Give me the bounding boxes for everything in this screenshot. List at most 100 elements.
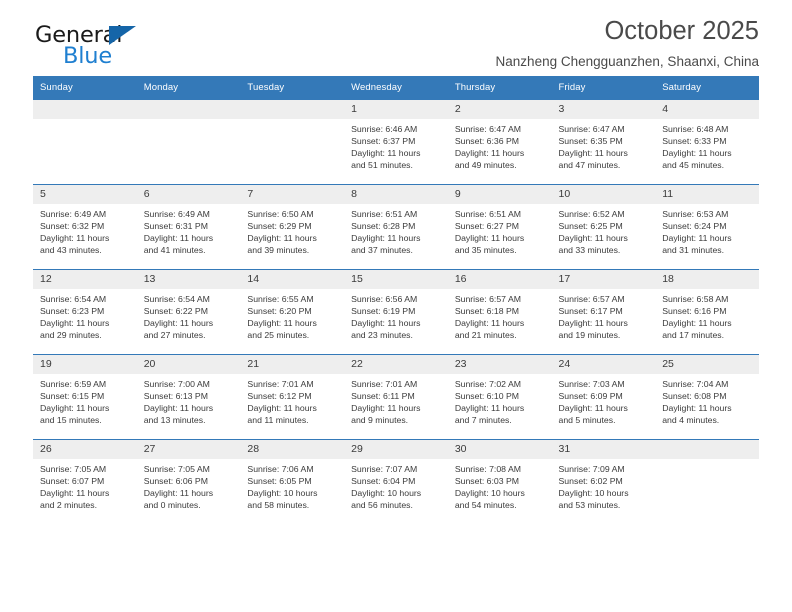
calendar-day-cell[interactable]: 13 Sunrise: 6:54 AM Sunset: 6:22 PM Dayligh… [136,269,241,355]
sunrise-time: Sunrise: 6:54 AM [143,294,210,304]
sunset-time: Sunset: 6:32 PM [40,220,105,231]
calendar-day-cell[interactable]: 11 Sunrise: 6:53 AM Sunset: 6:24 PM Dayligh… [655,184,759,270]
sunrise-time: Sunrise: 6:46 AM [351,124,418,134]
calendar-day-cell[interactable]: 12 Sunrise: 6:54 AM Sunset: 6:23 PM Dayligh… [33,269,137,355]
sunrise-time: Sunrise: 7:05 AM [40,464,107,474]
calendar-day-cell[interactable]: 4 Sunrise: 6:48 AM Sunset: 6:33 PM Daylight… [655,99,759,185]
day-number: 17 [551,270,656,289]
day-number: 14 [240,270,345,289]
daylight-duration-line1: Daylight: 11 hours [247,317,317,328]
calendar-day-cell[interactable]: 29 Sunrise: 7:07 AM Sunset: 6:04 PM Dayligh… [344,439,448,524]
calendar-day-cell[interactable]: 21 Sunrise: 7:01 AM Sunset: 6:12 PM Dayligh… [240,354,345,440]
calendar-day-cell[interactable]: 5 Sunrise: 6:49 AM Sunset: 6:32 PM Daylight… [33,184,137,270]
calendar-day-cell[interactable]: 23 Sunrise: 7:02 AM Sunset: 6:10 PM Dayligh… [447,354,552,440]
daylight-duration-line1: Daylight: 11 hours [662,317,732,328]
day-number: 24 [551,355,656,374]
day-number: 23 [447,355,552,374]
calendar-day-cell[interactable]: 10 Sunrise: 6:52 AM Sunset: 6:25 PM Dayligh… [551,184,656,270]
day-details: Sunrise: 6:49 AM Sunset: 6:31 PM Daylight:… [137,204,241,257]
sunrise-time: Sunrise: 7:08 AM [454,464,521,474]
daylight-duration-line1: Daylight: 11 hours [143,402,214,413]
day-details: Sunrise: 6:54 AM Sunset: 6:22 PM Daylight:… [137,289,241,342]
sunrise-time: Sunrise: 6:57 AM [558,294,625,304]
sunrise-time: Sunrise: 6:53 AM [662,209,729,219]
daylight-duration-line2: and 19 minutes. [558,329,621,340]
day-details: Sunrise: 7:03 AM Sunset: 6:09 PM Daylight:… [552,374,656,427]
day-number: 10 [551,185,656,204]
calendar-day-cell[interactable]: 22 Sunrise: 7:01 AM Sunset: 6:11 PM Dayligh… [344,354,448,440]
sunrise-time: Sunrise: 7:05 AM [143,464,210,474]
calendar-day-cell[interactable]: 27 Sunrise: 7:05 AM Sunset: 6:06 PM Dayligh… [136,439,241,524]
day-number: 31 [551,440,656,459]
daylight-duration-line2: and 37 minutes. [351,244,413,255]
day-details: Sunrise: 6:47 AM Sunset: 6:36 PM Daylight:… [448,119,552,172]
page-subtitle: Nanzheng Chengguanzhen, Shaanxi, China [495,53,759,69]
calendar-day-cell[interactable]: 18 Sunrise: 6:58 AM Sunset: 6:16 PM Dayligh… [655,269,759,355]
calendar-day-cell[interactable]: 6 Sunrise: 6:49 AM Sunset: 6:31 PM Daylight… [136,184,241,270]
calendar-day-cell[interactable]: 8 Sunrise: 6:51 AM Sunset: 6:28 PM Daylight… [344,184,448,270]
daylight-duration-line1: Daylight: 10 hours [247,487,318,498]
calendar-day-cell[interactable]: 15 Sunrise: 6:56 AM Sunset: 6:19 PM Dayligh… [344,269,448,355]
weekday-header-thursday: Thursday [447,76,552,100]
general-blue-logo: General Blue [33,22,243,74]
daylight-duration-line1: Daylight: 11 hours [351,232,421,243]
calendar-day-cell[interactable]: 19 Sunrise: 6:59 AM Sunset: 6:15 PM Dayligh… [33,354,137,440]
daylight-duration-line2: and 4 minutes. [662,414,720,425]
sunrise-time: Sunrise: 7:01 AM [351,379,418,389]
sunrise-time: Sunrise: 6:47 AM [454,124,521,134]
sunrise-time: Sunrise: 6:51 AM [351,209,418,219]
calendar-table: Sunday Monday Tuesday Wednesday Thursday… [33,76,759,524]
day-number: 13 [136,270,241,289]
day-number: 28 [240,440,345,459]
calendar-day-cell[interactable]: 17 Sunrise: 6:57 AM Sunset: 6:17 PM Dayligh… [551,269,656,355]
day-details: Sunrise: 7:02 AM Sunset: 6:10 PM Daylight:… [448,374,552,427]
calendar-day-cell[interactable]: 20 Sunrise: 7:00 AM Sunset: 6:13 PM Dayligh… [136,354,241,440]
calendar-day-cell[interactable]: 24 Sunrise: 7:03 AM Sunset: 6:09 PM Dayligh… [551,354,656,440]
day-number: 5 [33,185,137,204]
calendar-day-cell[interactable]: 25 Sunrise: 7:04 AM Sunset: 6:08 PM Dayligh… [655,354,759,440]
calendar-day-cell[interactable]: 3 Sunrise: 6:47 AM Sunset: 6:35 PM Daylight… [551,99,656,185]
sunset-time: Sunset: 6:11 PM [351,390,415,401]
day-details: Sunrise: 6:53 AM Sunset: 6:24 PM Daylight:… [655,204,759,257]
daylight-duration-line1: Daylight: 11 hours [143,232,214,243]
day-details: Sunrise: 6:51 AM Sunset: 6:28 PM Daylight:… [344,204,448,257]
day-number: 11 [655,185,759,204]
calendar-day-cell[interactable]: 9 Sunrise: 6:51 AM Sunset: 6:27 PM Daylight… [447,184,552,270]
day-number: 2 [447,100,552,119]
page-header: General Blue October 2025 Nanzheng Cheng… [33,0,759,72]
calendar-day-cell[interactable]: 30 Sunrise: 7:08 AM Sunset: 6:03 PM Dayligh… [447,439,552,524]
daylight-duration-line2: and 31 minutes. [662,244,725,255]
day-details: Sunrise: 7:00 AM Sunset: 6:13 PM Daylight:… [137,374,241,427]
day-details: Sunrise: 6:46 AM Sunset: 6:37 PM Daylight:… [344,119,448,172]
daylight-duration-line1: Daylight: 11 hours [247,232,317,243]
sunrise-time: Sunrise: 7:07 AM [351,464,418,474]
calendar-day-cell[interactable]: 31 Sunrise: 7:09 AM Sunset: 6:02 PM Dayligh… [551,439,656,524]
daylight-duration-line2: and 2 minutes. [40,499,97,510]
daylight-duration-line1: Daylight: 11 hours [351,317,421,328]
calendar-day-cell[interactable]: 26 Sunrise: 7:05 AM Sunset: 6:07 PM Dayligh… [33,439,137,524]
sunrise-time: Sunrise: 7:06 AM [247,464,314,474]
sunrise-time: Sunrise: 6:49 AM [143,209,210,219]
sunrise-time: Sunrise: 7:03 AM [558,379,625,389]
day-details: Sunrise: 7:05 AM Sunset: 6:06 PM Daylight:… [137,459,241,512]
daylight-duration-line1: Daylight: 11 hours [40,232,110,243]
calendar-day-cell[interactable]: 28 Sunrise: 7:06 AM Sunset: 6:05 PM Dayligh… [240,439,345,524]
day-number: 16 [447,270,552,289]
day-details: Sunrise: 7:01 AM Sunset: 6:11 PM Daylight:… [344,374,448,427]
sunset-time: Sunset: 6:17 PM [558,305,623,316]
daylight-duration-line1: Daylight: 11 hours [351,147,421,158]
calendar-day-cell[interactable]: 16 Sunrise: 6:57 AM Sunset: 6:18 PM Dayligh… [447,269,552,355]
daylight-duration-line2: and 21 minutes. [454,329,517,340]
calendar-day-cell[interactable]: 14 Sunrise: 6:55 AM Sunset: 6:20 PM Dayligh… [240,269,345,355]
day-details: Sunrise: 6:55 AM Sunset: 6:20 PM Daylight:… [240,289,344,342]
day-number: 7 [240,185,345,204]
day-number: 4 [655,100,759,119]
sunset-time: Sunset: 6:28 PM [351,220,416,231]
calendar-day-cell[interactable]: 7 Sunrise: 6:50 AM Sunset: 6:29 PM Daylight… [240,184,345,270]
calendar-day-cell[interactable]: 1 Sunrise: 6:46 AM Sunset: 6:37 PM Daylight… [344,99,448,185]
day-details: Sunrise: 6:51 AM Sunset: 6:27 PM Daylight:… [448,204,552,257]
calendar-day-cell[interactable]: 2 Sunrise: 6:47 AM Sunset: 6:36 PM Daylight… [447,99,552,185]
sunrise-time: Sunrise: 6:58 AM [662,294,729,304]
daylight-duration-line2: and 7 minutes. [454,414,512,425]
calendar-week-row: 1 Sunrise: 6:46 AM Sunset: 6:37 PM Daylight… [33,99,759,185]
